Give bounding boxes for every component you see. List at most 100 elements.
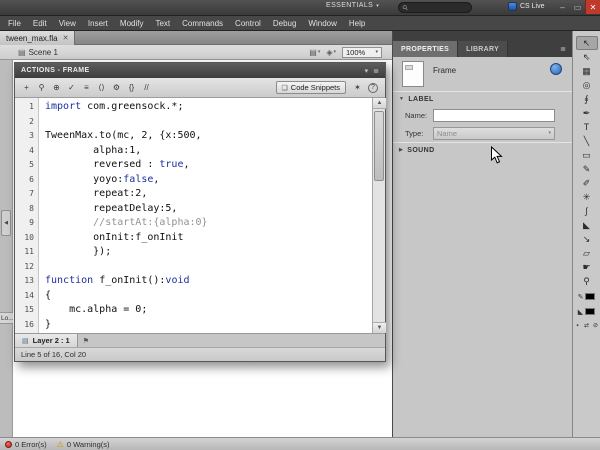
- line-number: 8: [15, 202, 38, 217]
- brush-tool-icon: ✐: [583, 179, 591, 188]
- paint-bucket-tool[interactable]: ◣: [576, 218, 598, 232]
- text-tool[interactable]: T: [576, 120, 598, 134]
- bone-tool[interactable]: ∫: [576, 204, 598, 218]
- zoom-level-select[interactable]: 100% ▾: [342, 47, 382, 58]
- menu-text[interactable]: Text: [149, 16, 176, 31]
- selection-tool-icon: ↖: [583, 39, 591, 48]
- swap-colors-button[interactable]: ⇄: [583, 321, 591, 330]
- check-syntax-icon[interactable]: ✓: [65, 81, 78, 95]
- edit-scene-button[interactable]: ▤ ▾: [309, 48, 320, 57]
- brush-tool[interactable]: ✐: [576, 176, 598, 190]
- menu-window[interactable]: Window: [302, 16, 342, 31]
- document-tab[interactable]: tween_max.fla ✕: [0, 31, 75, 45]
- eraser-tool[interactable]: ▱: [576, 246, 598, 260]
- app-bar: ESSENTIALS ▾ ⚲ CS Live – ▭ ✕: [0, 0, 600, 16]
- comment-icon[interactable]: //: [140, 81, 153, 95]
- subselection-tool[interactable]: ⇖: [576, 50, 598, 64]
- stroke-color-control[interactable]: ✎: [575, 290, 599, 303]
- edit-symbol-button[interactable]: ◈ ▾: [326, 48, 336, 57]
- actions-panel-header[interactable]: ACTIONS - FRAME ▾ ≣: [15, 63, 385, 78]
- warnings-status[interactable]: ⚠ 0 Warning(s): [57, 440, 110, 449]
- code-token: false: [123, 174, 153, 185]
- script-tab-label: Layer 2 : 1: [33, 336, 70, 345]
- code-token: function: [45, 275, 93, 286]
- menu-edit[interactable]: Edit: [27, 16, 53, 31]
- name-input[interactable]: [433, 109, 555, 122]
- fill-color-control[interactable]: ◣: [575, 305, 599, 318]
- label-section-header[interactable]: ▼ LABEL: [393, 92, 572, 106]
- free-transform-tool-icon: ▦: [582, 67, 591, 76]
- close-button[interactable]: ✕: [585, 0, 600, 14]
- code-lines[interactable]: import com.greensock.*;TweenMax.to(mc, 2…: [39, 98, 372, 333]
- deco-tool-icon: ✳: [583, 193, 591, 202]
- pin-script-icon[interactable]: ⚑: [78, 334, 94, 347]
- debug-options-icon[interactable]: ⚙: [110, 81, 123, 95]
- default-colors-button[interactable]: ▪: [574, 321, 582, 330]
- stroke-color-control-swatch[interactable]: [585, 293, 595, 300]
- menu-help[interactable]: Help: [343, 16, 371, 31]
- workspace-switcher[interactable]: ESSENTIALS ▾: [326, 2, 379, 9]
- code-line: TweenMax.to(mc, 2, {x:500,: [45, 129, 372, 144]
- pen-tool[interactable]: ✒: [576, 106, 598, 120]
- edit-scene-icon: ▤: [309, 48, 317, 57]
- lasso-tool[interactable]: ∮: [576, 92, 598, 106]
- vertical-scrollbar[interactable]: ▲ ▼: [372, 98, 385, 333]
- type-select[interactable]: Name ▾: [433, 127, 555, 140]
- menu-modify[interactable]: Modify: [114, 16, 150, 31]
- menu-debug[interactable]: Debug: [267, 16, 303, 31]
- line-number: 13: [15, 274, 38, 289]
- fill-color-control-swatch[interactable]: [585, 308, 595, 315]
- zoom-tool[interactable]: ⚲: [576, 274, 598, 288]
- code-token: });: [45, 246, 111, 257]
- code-snippets-button[interactable]: ❏ Code Snippets: [276, 81, 346, 94]
- scroll-up-icon[interactable]: ▲: [373, 98, 386, 109]
- close-icon[interactable]: ✕: [63, 34, 69, 42]
- menu-commands[interactable]: Commands: [176, 16, 229, 31]
- scrollbar-thumb[interactable]: [374, 111, 384, 181]
- code-editor[interactable]: 12345678910111213141516 import com.green…: [15, 98, 372, 333]
- code-token: repeatDelay:5,: [45, 203, 177, 214]
- show-code-hint-icon[interactable]: ⟨⟩: [95, 81, 108, 95]
- search-input[interactable]: [408, 4, 467, 11]
- find-icon[interactable]: ⚲: [35, 81, 48, 95]
- cs-live-button[interactable]: CS Live: [508, 2, 545, 11]
- collapse-braces-icon[interactable]: {}: [125, 81, 138, 95]
- add-new-item-icon[interactable]: +: [20, 81, 33, 95]
- collapse-icon[interactable]: ▾: [365, 67, 369, 75]
- free-transform-tool[interactable]: ▦: [576, 64, 598, 78]
- errors-status[interactable]: 0 Error(s): [5, 440, 47, 449]
- panel-menu-icon[interactable]: ≣: [560, 45, 572, 57]
- menu-view[interactable]: View: [53, 16, 82, 31]
- help-icon[interactable]: ?: [368, 83, 378, 93]
- script-tab[interactable]: ▤ Layer 2 : 1: [15, 334, 78, 347]
- tab-properties[interactable]: PROPERTIES: [393, 41, 458, 57]
- code-line: repeat:2,: [45, 187, 372, 202]
- selection-tool[interactable]: ↖: [576, 36, 598, 50]
- menu-control[interactable]: Control: [229, 16, 267, 31]
- pencil-tool[interactable]: ✎: [576, 162, 598, 176]
- menu-insert[interactable]: Insert: [82, 16, 114, 31]
- minimize-button[interactable]: –: [555, 0, 570, 14]
- line-number: 5: [15, 158, 38, 173]
- line-tool[interactable]: ╲: [576, 134, 598, 148]
- 3d-rotation-tool[interactable]: ◎: [576, 78, 598, 92]
- info-icon[interactable]: [550, 63, 562, 75]
- sound-section-header[interactable]: ▶ SOUND: [393, 143, 572, 157]
- deco-tool[interactable]: ✳: [576, 190, 598, 204]
- script-assist-icon[interactable]: ✶: [351, 81, 364, 95]
- name-field-row: Name:: [393, 106, 572, 124]
- eyedropper-tool[interactable]: ↘: [576, 232, 598, 246]
- rectangle-tool[interactable]: ▭: [576, 148, 598, 162]
- scroll-down-icon[interactable]: ▼: [373, 322, 386, 333]
- auto-format-icon[interactable]: ≡: [80, 81, 93, 95]
- search-box[interactable]: ⚲: [398, 2, 472, 13]
- code-token: TweenMax.to(mc, 2, {x:500,: [45, 130, 202, 141]
- hand-tool[interactable]: ☛: [576, 260, 598, 274]
- insert-target-path-icon[interactable]: ⊕: [50, 81, 63, 95]
- menu-file[interactable]: File: [2, 16, 27, 31]
- panel-collapse-grip[interactable]: ◀: [1, 210, 11, 236]
- tab-library[interactable]: LIBRARY: [458, 41, 508, 57]
- panel-menu-icon[interactable]: ≣: [373, 67, 379, 75]
- restore-button[interactable]: ▭: [570, 0, 585, 14]
- no-color-button[interactable]: ⊘: [592, 321, 600, 330]
